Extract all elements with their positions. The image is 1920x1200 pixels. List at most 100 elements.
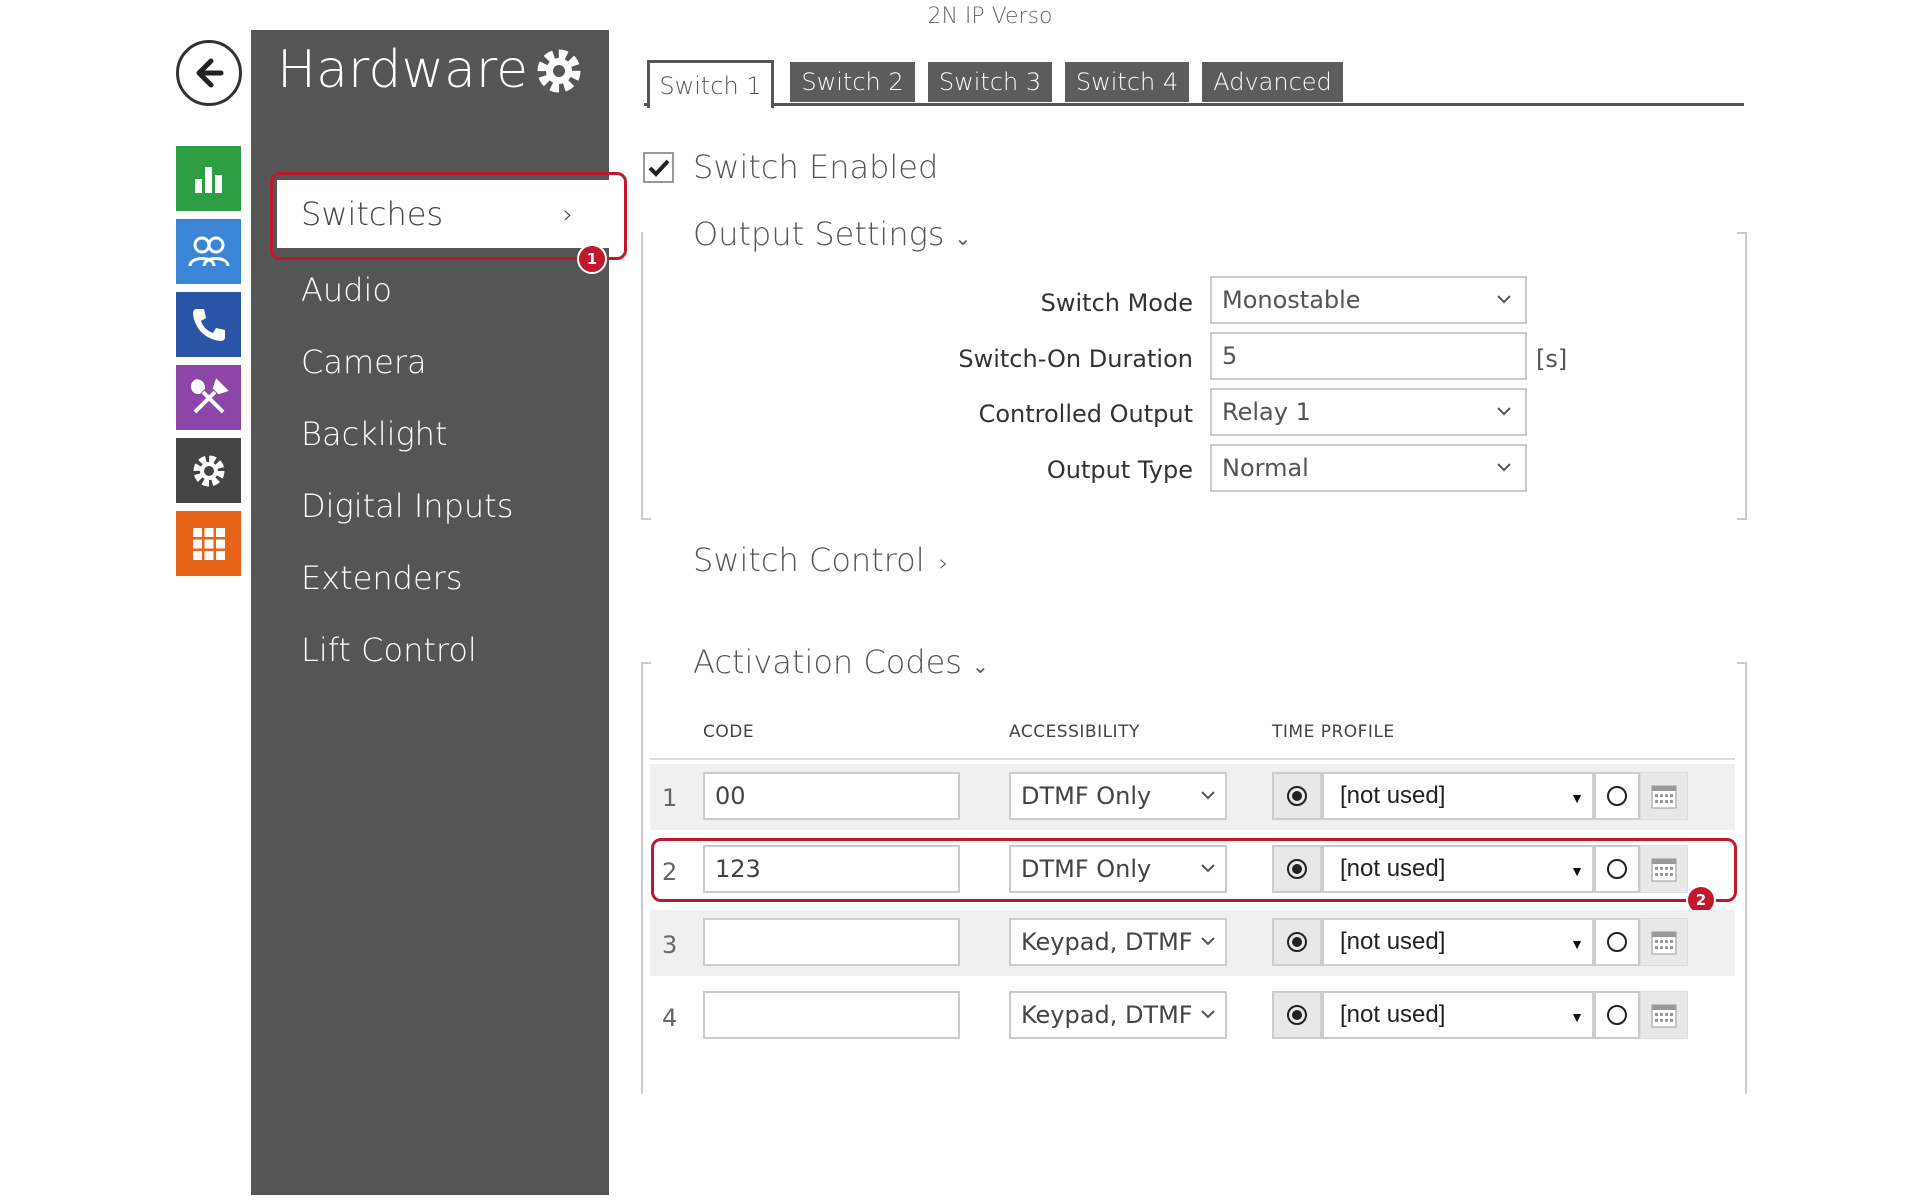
device-title: 2N IP Verso (927, 4, 1053, 29)
dropdown-triangle-icon: ▼ (1570, 936, 1584, 952)
time-profile-radio-selected[interactable] (1272, 991, 1322, 1039)
radio-selected-icon (1287, 786, 1307, 806)
output-settings-header[interactable]: Output Settings ⌄ (693, 215, 971, 253)
time-profile-radio-unselected[interactable] (1594, 918, 1640, 966)
time-profile-radio-unselected[interactable] (1594, 991, 1640, 1039)
sidebar-item-backlight[interactable]: Backlight (251, 399, 609, 469)
section-bracket-top-right (1737, 232, 1747, 234)
duration-unit: [s] (1536, 345, 1568, 373)
sidebar-item-extenders[interactable]: Extenders (251, 543, 609, 613)
output-type-select[interactable]: Normal (1210, 444, 1527, 492)
directory-users-icon (188, 236, 229, 266)
chevron-down-icon (1497, 463, 1511, 472)
section-bracket-left (641, 232, 643, 520)
dropdown-triangle-icon: ▼ (1570, 1009, 1584, 1025)
accessibility-select[interactable]: DTMF Only (1009, 772, 1227, 820)
time-profile-radio-selected[interactable] (1272, 918, 1322, 966)
sidebar-item-camera[interactable]: Camera (251, 327, 609, 397)
calendar-button[interactable] (1640, 772, 1688, 820)
code-input[interactable]: 00 (703, 772, 960, 820)
column-header-accessibility: ACCESSIBILITY (1009, 722, 1140, 742)
chevron-down-icon (1201, 1010, 1215, 1019)
row-number: 3 (662, 931, 678, 959)
section-bracket-right (1745, 232, 1747, 520)
row-number: 1 (662, 784, 678, 812)
callout-highlight-2 (651, 838, 1737, 902)
apps-grid-icon (192, 527, 225, 560)
tab-advanced[interactable]: Advanced (1202, 62, 1343, 102)
codes-bracket-top-left (641, 662, 651, 664)
radio-empty-icon (1607, 932, 1627, 952)
tab-switch-1[interactable]: Switch 1 (647, 60, 774, 108)
column-header-code: CODE (703, 722, 755, 742)
rail-directory[interactable] (176, 219, 241, 284)
codes-bracket-left (641, 662, 643, 1094)
code-input[interactable] (703, 918, 960, 966)
tab-switch-2[interactable]: Switch 2 (790, 62, 915, 102)
calendar-button[interactable] (1640, 991, 1688, 1039)
gear-icon[interactable] (532, 44, 586, 98)
chevron-down-icon (1201, 791, 1215, 800)
chevron-down-icon: ⌄ (971, 654, 989, 678)
chevron-right-icon: › (938, 549, 949, 577)
sidebar-title: Hardware (277, 40, 529, 100)
rail-services[interactable] (176, 365, 241, 430)
tabs-underline (644, 103, 1744, 106)
time-profile-select[interactable]: [not used] ▼ (1322, 991, 1594, 1039)
back-button[interactable] (176, 40, 242, 106)
sidebar-item-lift-control[interactable]: Lift Control (251, 615, 609, 685)
callout-badge-1: 1 (577, 244, 607, 274)
calendar-icon (1651, 785, 1677, 809)
tab-switch-3[interactable]: Switch 3 (928, 62, 1052, 102)
dropdown-triangle-icon: ▼ (1570, 790, 1584, 806)
controlled-output-select[interactable]: Relay 1 (1210, 388, 1527, 436)
switch-mode-label: Switch Mode (1040, 289, 1193, 317)
switch-mode-select[interactable]: Monostable (1210, 276, 1527, 324)
time-profile-select[interactable]: [not used] ▼ (1322, 918, 1594, 966)
tab-switch-4[interactable]: Switch 4 (1065, 62, 1189, 102)
switch-control-header[interactable]: Switch Control › (693, 541, 948, 579)
switch-on-duration-label: Switch-On Duration (958, 345, 1193, 373)
table-header-divider (650, 758, 1735, 760)
checkmark-icon (648, 159, 669, 177)
section-bracket-bottom-left (641, 518, 651, 520)
time-profile-radio-unselected[interactable] (1594, 772, 1640, 820)
switch-on-duration-input[interactable]: 5 (1210, 332, 1527, 380)
status-chart-icon (194, 166, 222, 193)
time-profile-select[interactable]: [not used] ▼ (1322, 772, 1594, 820)
activation-codes-header[interactable]: Activation Codes ⌄ (693, 643, 989, 681)
callout-highlight-1 (270, 172, 627, 260)
rail-phone[interactable] (176, 292, 241, 357)
radio-selected-icon (1287, 932, 1307, 952)
sidebar-item-audio[interactable]: Audio (251, 255, 609, 325)
calendar-icon (1651, 1004, 1677, 1028)
rail-hardware[interactable] (176, 438, 241, 503)
time-profile-radio-selected[interactable] (1272, 772, 1322, 820)
codes-bracket-right (1745, 662, 1747, 1094)
accessibility-select[interactable]: Keypad, DTMF (1009, 918, 1227, 966)
tools-icon (190, 377, 229, 413)
sidebar-item-digital-inputs[interactable]: Digital Inputs (251, 471, 609, 541)
column-header-time-profile: TIME PROFILE (1272, 722, 1395, 742)
section-bracket-bottom-right (1737, 518, 1747, 520)
calendar-button[interactable] (1640, 918, 1688, 966)
phone-icon (192, 308, 225, 341)
chevron-down-icon: ⌄ (954, 226, 972, 250)
switch-enabled-checkbox[interactable] (643, 152, 674, 183)
chevron-down-icon (1201, 937, 1215, 946)
settings-gear-icon (193, 455, 224, 486)
output-type-label: Output Type (1046, 456, 1193, 484)
rail-status[interactable] (176, 146, 241, 211)
rail-system[interactable] (176, 511, 241, 576)
codes-bracket-top-right (1737, 662, 1747, 664)
row-number: 4 (662, 1004, 678, 1032)
radio-empty-icon (1607, 1005, 1627, 1025)
radio-selected-icon (1287, 1005, 1307, 1025)
chevron-down-icon (1497, 295, 1511, 304)
chevron-down-icon (1497, 407, 1511, 416)
back-arrow-icon (196, 58, 224, 88)
switch-enabled-label: Switch Enabled (693, 148, 939, 186)
code-input[interactable] (703, 991, 960, 1039)
accessibility-select[interactable]: Keypad, DTMF (1009, 991, 1227, 1039)
controlled-output-label: Controlled Output (978, 400, 1193, 428)
